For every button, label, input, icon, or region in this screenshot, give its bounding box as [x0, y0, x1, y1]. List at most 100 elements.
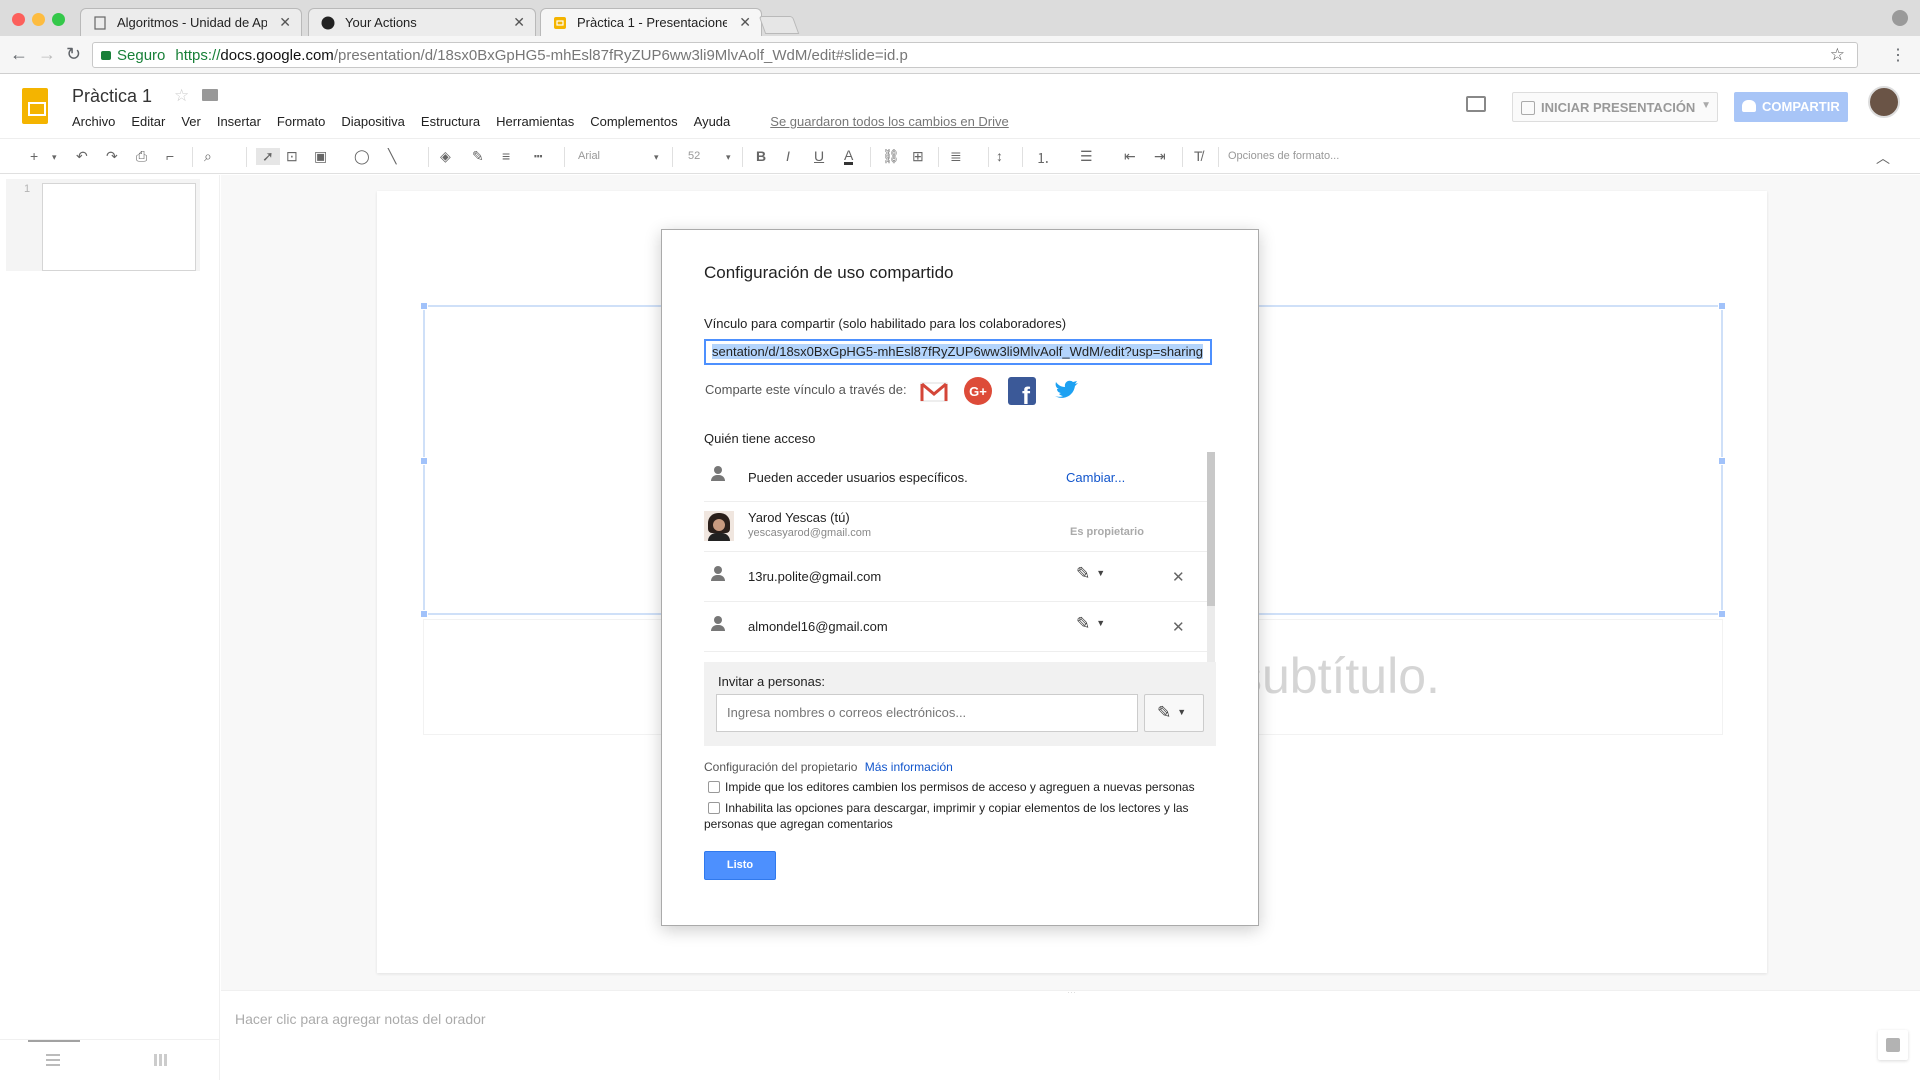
prevent-editors-checkbox[interactable] — [708, 781, 720, 793]
comments-icon[interactable] — [1466, 96, 1486, 112]
browser-menu-icon[interactable]: ⋮ — [1890, 45, 1906, 65]
menu-archivo[interactable]: Archivo — [72, 114, 115, 129]
browser-tab-your-actions[interactable]: Your Actions ✕ — [308, 8, 536, 36]
share-link-field[interactable]: sentation/d/18sx0BxGpHG5-mhEsl87fRyZUP6w… — [704, 339, 1212, 365]
chevron-down-icon[interactable]: ▾ — [52, 152, 57, 163]
toolbar-divider — [192, 147, 193, 167]
fill-color-icon[interactable]: ◈ — [440, 148, 451, 165]
maximize-window-button[interactable] — [52, 13, 65, 26]
decrease-indent-icon[interactable]: ⇤ — [1124, 148, 1136, 165]
permission-dropdown[interactable]: ✎ ▼ — [1076, 564, 1105, 584]
text-color-icon[interactable]: A — [844, 148, 854, 165]
image-icon[interactable]: ▣ — [314, 148, 327, 165]
gmail-icon[interactable] — [919, 376, 949, 406]
slides-icon — [553, 16, 567, 30]
share-button[interactable]: COMPARTIR — [1734, 92, 1848, 122]
access-mode-row: Pueden acceder usuarios específicos. Cam… — [704, 452, 1210, 502]
font-select[interactable]: Arial — [578, 150, 600, 162]
google-plus-icon[interactable]: G+ — [963, 376, 993, 406]
menu-complementos[interactable]: Complementos — [590, 114, 677, 129]
redo-icon[interactable]: ↷ — [106, 148, 118, 165]
scrollbar-thumb[interactable] — [1207, 452, 1215, 606]
share-link-value: sentation/d/18sx0BxGpHG5-mhEsl87fRyZUP6w… — [712, 344, 1203, 359]
remove-collaborator-icon[interactable]: ✕ — [1172, 568, 1185, 586]
underline-icon[interactable]: U — [814, 148, 824, 164]
twitter-icon[interactable] — [1051, 376, 1081, 406]
remove-collaborator-icon[interactable]: ✕ — [1172, 618, 1185, 636]
done-button[interactable]: Listo — [704, 851, 776, 880]
star-icon[interactable]: ☆ — [174, 86, 189, 106]
slides-logo-icon[interactable] — [22, 88, 48, 124]
bulleted-list-icon[interactable]: ☰ — [1080, 148, 1093, 165]
paint-format-icon[interactable]: ⌐ — [166, 148, 174, 164]
select-tool-icon[interactable]: ➚ — [256, 148, 280, 165]
comment-add-icon[interactable]: ⊞ — [912, 148, 924, 165]
browser-tab-algoritmos[interactable]: Algoritmos - Unidad de Apoyo ✕ — [80, 8, 302, 36]
format-options-button[interactable]: Opciones de formato... — [1228, 150, 1339, 162]
border-color-icon[interactable]: ✎ — [472, 148, 484, 165]
numbered-list-icon[interactable]: ⒈ — [1036, 148, 1050, 168]
disable-download-label-continued: personas que agregan comentarios — [704, 817, 893, 831]
profile-icon[interactable] — [1892, 10, 1908, 26]
present-button[interactable]: INICIAR PRESENTACIÓN ▼ — [1512, 92, 1718, 122]
invite-permission-dropdown[interactable]: ✎ ▼ — [1144, 694, 1204, 732]
browser-tab-practica[interactable]: Pràctica 1 - Presentaciones de ✕ — [540, 8, 762, 36]
link-icon[interactable]: ⛓ — [882, 148, 900, 165]
border-dash-icon[interactable]: ┅ — [534, 148, 542, 165]
more-info-link[interactable]: Más información — [865, 760, 953, 774]
url-input[interactable]: Seguro https://docs.google.com/presentati… — [92, 42, 1858, 68]
chevron-down-icon[interactable]: ▾ — [726, 152, 731, 163]
collapse-toolbar-icon[interactable]: ︿ — [1876, 148, 1890, 168]
owner-email: yescasyarod@gmail.com — [748, 527, 872, 539]
line-icon[interactable]: ╲ — [388, 148, 396, 165]
chevron-down-icon[interactable]: ▾ — [654, 152, 659, 163]
person-add-icon — [1742, 100, 1756, 112]
close-window-button[interactable] — [12, 13, 25, 26]
print-icon[interactable]: ⎙ — [136, 148, 147, 165]
bold-icon[interactable]: B — [756, 148, 766, 164]
line-spacing-icon[interactable]: ↕ — [996, 148, 1003, 164]
account-avatar[interactable] — [1868, 86, 1900, 118]
back-icon[interactable]: ← — [10, 44, 28, 65]
font-size-select[interactable]: 52 — [688, 150, 700, 162]
close-tab-icon[interactable]: ✕ — [739, 14, 751, 31]
facebook-icon[interactable]: f — [1007, 376, 1037, 406]
prevent-editors-label: Impide que los editores cambien los perm… — [725, 780, 1195, 794]
clear-formatting-icon[interactable]: T̸ — [1194, 148, 1203, 164]
menu-formato[interactable]: Formato — [277, 114, 325, 129]
menu-ver[interactable]: Ver — [181, 114, 201, 129]
new-tab-button[interactable] — [758, 16, 800, 34]
close-tab-icon[interactable]: ✕ — [513, 14, 525, 31]
chevron-down-icon[interactable]: ▼ — [1701, 100, 1711, 111]
menu-insertar[interactable]: Insertar — [217, 114, 261, 129]
person-icon — [710, 566, 726, 582]
menu-ayuda[interactable]: Ayuda — [694, 114, 731, 129]
document-title[interactable]: Pràctica 1 — [72, 86, 152, 107]
zoom-icon[interactable]: ⌕ — [204, 148, 212, 165]
permission-dropdown[interactable]: ✎ ▼ — [1076, 614, 1105, 634]
toolbar-divider — [1182, 147, 1183, 167]
undo-icon[interactable]: ↶ — [76, 148, 88, 165]
tab-title: Your Actions — [345, 15, 417, 30]
shape-icon[interactable]: ◯ — [354, 148, 370, 165]
folder-icon[interactable] — [202, 89, 218, 101]
save-status-link[interactable]: Se guardaron todos los cambios en Drive — [770, 114, 1008, 129]
bookmark-star-icon[interactable]: ☆ — [1830, 45, 1845, 65]
border-weight-icon[interactable]: ≡ — [502, 148, 510, 164]
invite-input[interactable]: Ingresa nombres o correos electrónicos..… — [716, 694, 1138, 732]
new-slide-icon[interactable]: + — [30, 148, 38, 164]
align-icon[interactable]: ≣ — [950, 148, 962, 165]
reload-icon[interactable]: ↻ — [66, 44, 81, 65]
italic-icon[interactable]: I — [786, 148, 790, 164]
forward-icon[interactable]: → — [38, 44, 56, 65]
menu-estructura[interactable]: Estructura — [421, 114, 480, 129]
menu-editar[interactable]: Editar — [131, 114, 165, 129]
disable-download-checkbox[interactable] — [708, 802, 720, 814]
increase-indent-icon[interactable]: ⇥ — [1154, 148, 1166, 165]
menu-diapositiva[interactable]: Diapositiva — [341, 114, 405, 129]
close-tab-icon[interactable]: ✕ — [279, 14, 291, 31]
menu-herramientas[interactable]: Herramientas — [496, 114, 574, 129]
textbox-icon[interactable]: ⊡ — [286, 148, 298, 165]
change-access-link[interactable]: Cambiar... — [1066, 470, 1125, 485]
minimize-window-button[interactable] — [32, 13, 45, 26]
